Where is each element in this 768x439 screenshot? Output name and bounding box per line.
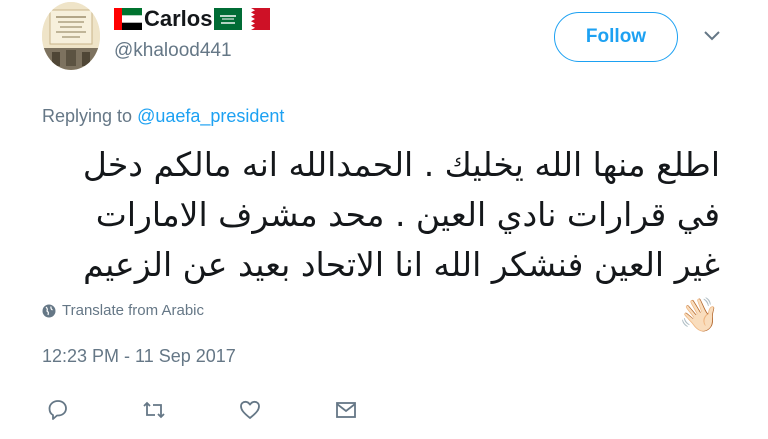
saudi-flag-icon [214, 8, 243, 30]
tweet-timestamp[interactable]: 12:23 PM - 11 Sep 2017 [42, 346, 236, 367]
chevron-down-icon [704, 31, 720, 41]
like-button[interactable] [238, 398, 262, 422]
avatar[interactable] [42, 2, 100, 70]
reply-mention-link[interactable]: @uaefa_president [137, 106, 284, 126]
replying-to: Replying to @uaefa_president [42, 106, 284, 127]
globe-icon [42, 304, 56, 317]
reply-button[interactable] [46, 398, 70, 422]
user-handle[interactable]: @khalood441 [114, 40, 232, 62]
uae-flag-icon [114, 8, 142, 30]
user-display-name: Carlos [144, 6, 213, 31]
tweet-body: اطلع منها الله يخليك . الحمدالله انه مال… [82, 145, 720, 284]
reply-icon [48, 400, 67, 420]
more-options-button[interactable] [700, 26, 724, 46]
translate-label: Translate from Arabic [62, 302, 204, 319]
retweet-icon [143, 401, 165, 419]
envelope-icon [336, 402, 356, 418]
avatar-image [42, 2, 100, 70]
waving-hand-emoji: 👋🏻 [678, 295, 720, 334]
follow-button[interactable]: Follow [554, 12, 678, 62]
heart-icon [240, 400, 260, 419]
direct-message-button[interactable] [334, 398, 358, 422]
replying-to-prefix: Replying to [42, 106, 138, 126]
translate-link[interactable]: Translate from Arabic [42, 302, 204, 319]
bahrain-flag-icon [244, 8, 271, 30]
retweet-button[interactable] [142, 398, 166, 422]
user-name-row[interactable]: Carlos [114, 4, 271, 34]
